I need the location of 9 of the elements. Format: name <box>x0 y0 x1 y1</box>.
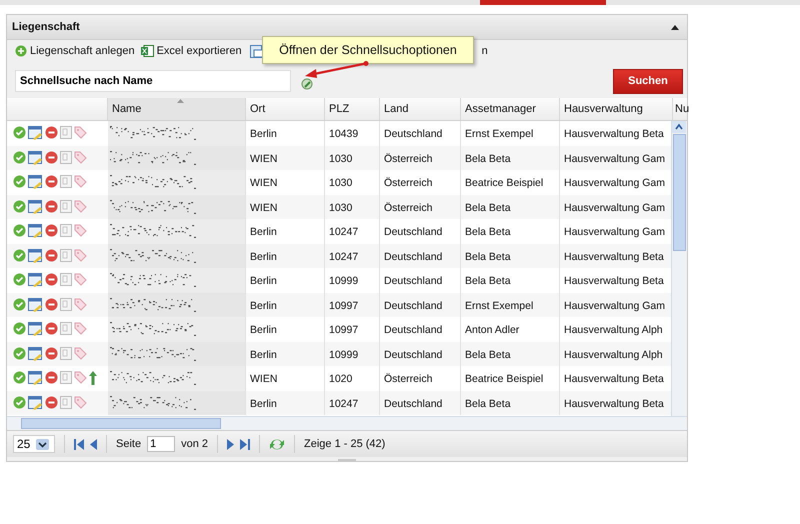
table-cell: Deutschland <box>380 390 461 415</box>
table-cell: 10247 <box>325 390 380 415</box>
table-cell: Berlin <box>246 390 325 415</box>
tooltip: Öffnen der Schnellsuchoptionen <box>262 36 474 64</box>
table-cell: Bela Beta <box>461 390 560 415</box>
page-label: Seite <box>116 438 142 450</box>
page-count: von 2 <box>181 438 208 450</box>
panel-title: Liegenschaft <box>12 21 80 33</box>
page-summary: Zeige 1 - 25 (42) <box>304 438 386 450</box>
